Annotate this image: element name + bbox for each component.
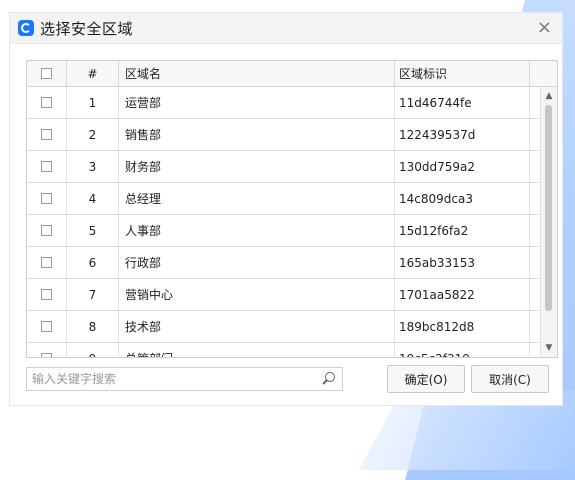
row-number: 1: [67, 87, 119, 118]
chevron-down-icon[interactable]: ▼: [541, 341, 557, 355]
search-box: [26, 367, 343, 391]
search-input[interactable]: [27, 368, 319, 390]
zone-id: 19c5c2f319: [395, 343, 530, 357]
ok-button[interactable]: 确定(O): [387, 365, 465, 393]
column-header-id[interactable]: 区域标识: [395, 61, 530, 86]
table-row[interactable]: 7 营销中心 1701aa5822: [27, 279, 557, 311]
table-row[interactable]: 6 行政部 165ab33153: [27, 247, 557, 279]
row-number: 3: [67, 151, 119, 182]
zone-name: 营销中心: [119, 279, 395, 310]
close-icon[interactable]: ×: [537, 17, 552, 38]
title-bar: 选择安全区域 ×: [10, 13, 562, 44]
row-select-cell: [27, 151, 67, 182]
zone-name: 人事部: [119, 215, 395, 246]
app-logo-icon: [18, 20, 34, 36]
zone-id: 1701aa5822: [395, 279, 530, 310]
table-row[interactable]: 1 运营部 11d46744fe: [27, 87, 557, 119]
zone-name: 技术部: [119, 311, 395, 342]
row-number: 7: [67, 279, 119, 310]
chevron-up-icon[interactable]: ▲: [541, 89, 557, 103]
table-header: # 区域名 区域标识: [27, 61, 557, 87]
table-row[interactable]: 3 财务部 130dd759a2: [27, 151, 557, 183]
row-select-cell: [27, 215, 67, 246]
column-header-filler: [530, 61, 557, 86]
row-select-cell: [27, 119, 67, 150]
table-row[interactable]: 4 总经理 14c809dca3: [27, 183, 557, 215]
row-select-cell: [27, 311, 67, 342]
row-checkbox[interactable]: [41, 289, 52, 300]
zone-id: 165ab33153: [395, 247, 530, 278]
row-checkbox[interactable]: [41, 161, 52, 172]
table-row[interactable]: 2 销售部 122439537d: [27, 119, 557, 151]
zone-id: 15d12f6fa2: [395, 215, 530, 246]
zone-name: 总管部门: [119, 343, 395, 357]
zone-table: # 区域名 区域标识 1 运营部 11d46744fe 2 销售部 122439…: [26, 60, 558, 358]
select-security-zone-dialog: 选择安全区域 × # 区域名 区域标识 1 运营部 11d46744fe 2 销…: [9, 12, 563, 406]
row-number: 8: [67, 311, 119, 342]
row-checkbox[interactable]: [41, 129, 52, 140]
table-row[interactable]: 9 总管部门 19c5c2f319: [27, 343, 557, 357]
row-checkbox[interactable]: [41, 321, 52, 332]
table-row[interactable]: 8 技术部 189bc812d8: [27, 311, 557, 343]
row-checkbox[interactable]: [41, 97, 52, 108]
zone-name: 总经理: [119, 183, 395, 214]
zone-name: 财务部: [119, 151, 395, 182]
dialog-title: 选择安全区域: [40, 19, 134, 38]
select-all-cell: [27, 61, 67, 86]
table-body: 1 运营部 11d46744fe 2 销售部 122439537d 3 财务部 …: [27, 87, 557, 357]
zone-id: 14c809dca3: [395, 183, 530, 214]
row-checkbox[interactable]: [41, 257, 52, 268]
row-number: 5: [67, 215, 119, 246]
zone-name: 运营部: [119, 87, 395, 118]
row-number: 9: [67, 343, 119, 357]
row-checkbox[interactable]: [41, 193, 52, 204]
row-select-cell: [27, 183, 67, 214]
zone-id: 130dd759a2: [395, 151, 530, 182]
vertical-scrollbar[interactable]: ▲ ▼: [540, 87, 557, 357]
zone-id: 122439537d: [395, 119, 530, 150]
select-all-checkbox[interactable]: [41, 68, 52, 79]
scrollbar-thumb[interactable]: [545, 105, 552, 311]
row-select-cell: [27, 247, 67, 278]
search-icon[interactable]: [319, 370, 337, 388]
zone-id: 11d46744fe: [395, 87, 530, 118]
row-number: 6: [67, 247, 119, 278]
row-checkbox[interactable]: [41, 225, 52, 236]
row-select-cell: [27, 343, 67, 357]
row-select-cell: [27, 87, 67, 118]
row-number: 4: [67, 183, 119, 214]
row-select-cell: [27, 279, 67, 310]
zone-name: 销售部: [119, 119, 395, 150]
zone-name: 行政部: [119, 247, 395, 278]
table-row[interactable]: 5 人事部 15d12f6fa2: [27, 215, 557, 247]
row-number: 2: [67, 119, 119, 150]
column-header-name[interactable]: 区域名: [119, 61, 395, 86]
column-header-number: #: [67, 61, 119, 86]
zone-id: 189bc812d8: [395, 311, 530, 342]
cancel-button[interactable]: 取消(C): [471, 365, 549, 393]
row-checkbox[interactable]: [41, 353, 52, 357]
